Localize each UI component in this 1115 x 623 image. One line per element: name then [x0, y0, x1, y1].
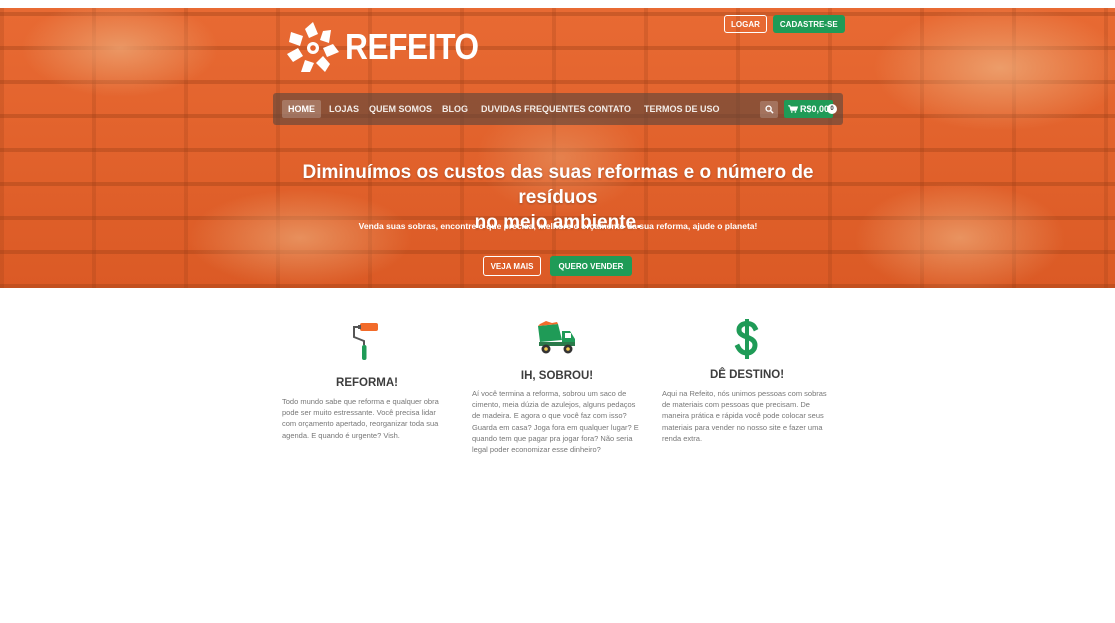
nav-item-blog[interactable]: BLOG [436, 100, 474, 118]
cart-count-badge: 0 [827, 104, 837, 114]
see-more-button[interactable]: VEJA MAIS [483, 256, 541, 276]
nav-item-duvidas-frequentes[interactable]: DUVIDAS FREQUENTES [475, 100, 592, 118]
paint-roller-icon [353, 323, 378, 360]
login-button[interactable]: LOGAR [724, 15, 767, 33]
feature-text: Todo mundo sabe que reforma e qualquer o… [282, 397, 439, 440]
feature-icon-wrap [282, 320, 452, 362]
brand-name: REFEITO [345, 26, 479, 67]
search-button[interactable] [760, 101, 778, 118]
nav-item-contato[interactable]: CONTATO [582, 100, 637, 118]
auth-buttons: LOGAR CADASTRE-SE [724, 15, 845, 33]
feature-title: REFORMA! [336, 377, 398, 389]
feature-text: Aqui na Refeito, nós unimos pessoas com … [662, 389, 827, 443]
hero-subtitle: Venda suas sobras, encontre o que precis… [358, 221, 758, 231]
dollar-sign-icon [734, 319, 759, 359]
want-to-sell-button[interactable]: QUERO VENDER [550, 256, 632, 276]
nav-item-home[interactable]: HOME [282, 100, 321, 118]
cart-total: R$0,00 [799, 104, 830, 114]
feature-icon-wrap [662, 318, 832, 360]
nav-item-termos-de-uso[interactable]: TERMOS DE USO [638, 100, 726, 118]
top-strip [0, 0, 1115, 8]
feature-text: Aí você termina a reforma, sobrou um sac… [472, 389, 639, 455]
feature-title: IH, SOBROU! [520, 370, 594, 382]
cart-icon [788, 105, 798, 113]
hero-title-line1: Diminuímos os custos das suas reformas e… [302, 162, 814, 208]
site-logo[interactable]: REFEITO [285, 20, 497, 74]
signup-button[interactable]: CADASTRE-SE [772, 15, 845, 33]
feature-title: DÊ DESTINO! [709, 369, 785, 381]
nav-item-quem-somos[interactable]: QUEM SOMOS [363, 100, 438, 118]
cart-button[interactable]: R$0,00 [784, 100, 833, 118]
hero-banner [0, 8, 1115, 288]
search-icon [764, 105, 774, 114]
dump-truck-icon [538, 321, 575, 354]
nav-item-lojas[interactable]: LOJAS [323, 100, 365, 118]
recycle-star-icon [287, 22, 339, 72]
feature-icon-wrap [472, 320, 642, 356]
